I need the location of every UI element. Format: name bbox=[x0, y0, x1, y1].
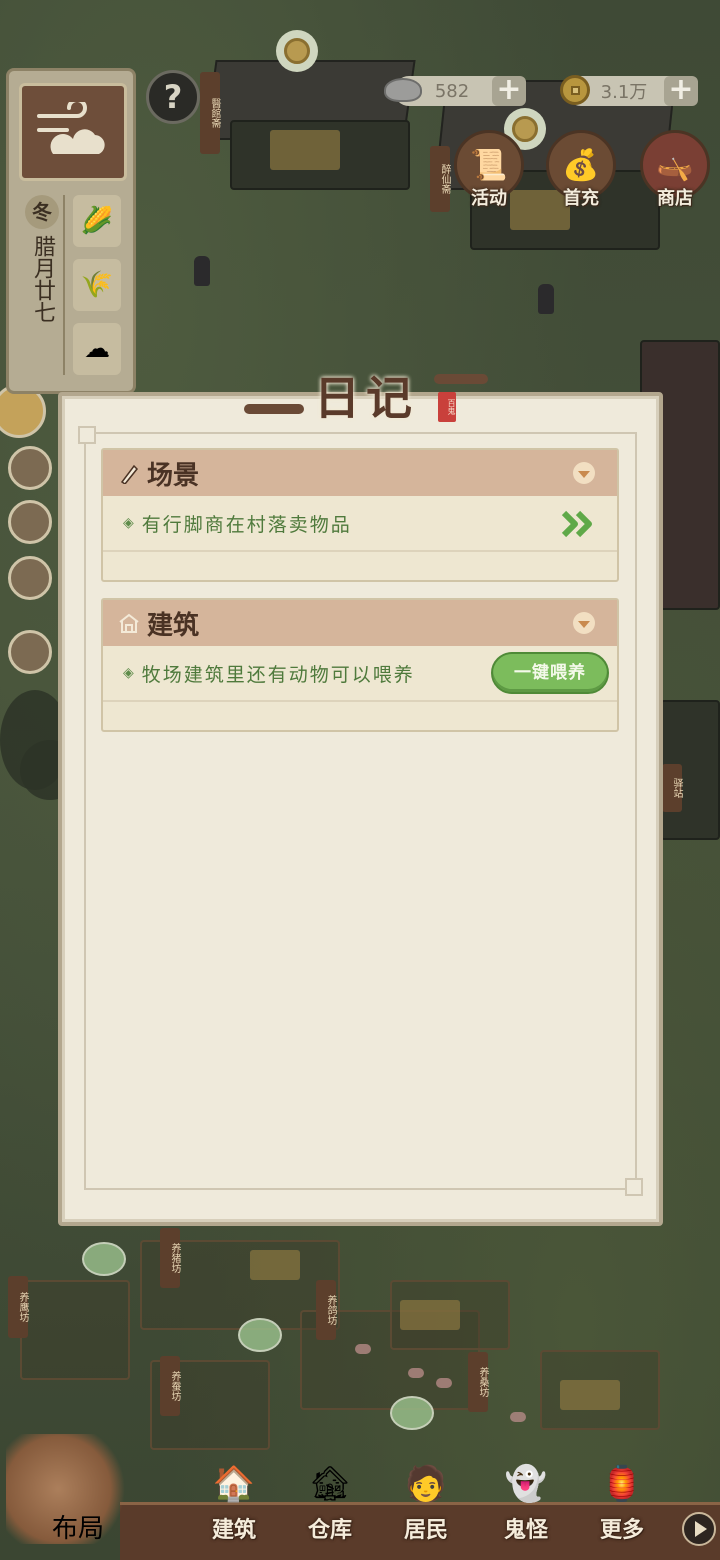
window-glow bbox=[250, 1250, 300, 1280]
bottom-navigation: 布局 🏠 建筑 🏚 仓库 🧑 居民 👻 鬼怪 🏮 更多 bbox=[0, 1430, 720, 1560]
scene-section-title: 场景 bbox=[147, 460, 200, 491]
help-button[interactable]: ? bbox=[146, 70, 200, 124]
building-sign: 养鹰坊 bbox=[8, 1276, 28, 1338]
pig bbox=[408, 1368, 424, 1378]
red-seal-stamp: 百鬼 bbox=[438, 392, 456, 422]
npc-avatar-icon[interactable] bbox=[8, 500, 52, 544]
copper-coin-icon bbox=[552, 68, 598, 112]
add-silver-button[interactable]: + bbox=[492, 75, 526, 106]
resident-icon: 🧑 bbox=[404, 1464, 448, 1504]
wind-cloud-icon bbox=[37, 102, 105, 154]
first-recharge-button[interactable]: 💰 首充 bbox=[544, 130, 618, 214]
activity-label: 活动 bbox=[471, 188, 507, 209]
one-click-feed-button[interactable]: 一键喂养 bbox=[491, 652, 609, 694]
nav-residents-label: 居民 bbox=[403, 1517, 448, 1543]
wheat-icon[interactable]: 🌾 bbox=[73, 259, 121, 311]
brush-icon bbox=[117, 461, 141, 485]
pig bbox=[436, 1378, 452, 1388]
farm-pen[interactable] bbox=[20, 1280, 130, 1380]
silver-currency: 582 + bbox=[384, 75, 526, 106]
expand-arrow-icon[interactable] bbox=[682, 1512, 716, 1546]
nav-build[interactable]: 🏠 建筑 bbox=[194, 1456, 274, 1556]
building-sign: 养桑坊 bbox=[468, 1352, 488, 1412]
building-sign: 养猪坊 bbox=[160, 1228, 180, 1288]
book-icon[interactable] bbox=[8, 556, 52, 600]
silver-ingot-icon bbox=[380, 68, 426, 112]
pig bbox=[355, 1344, 371, 1354]
building-sign: 养鸽坊 bbox=[316, 1280, 336, 1340]
collapse-toggle-icon[interactable] bbox=[573, 612, 595, 634]
diamond-bullet-icon: ◈ bbox=[123, 665, 134, 681]
shop-label: 商店 bbox=[657, 188, 693, 209]
diamond-bullet-icon: ◈ bbox=[123, 515, 134, 531]
lunar-date: 腊月廿七 bbox=[30, 235, 55, 323]
copper-currency: 3.1万 + bbox=[560, 75, 698, 106]
nav-build-label: 建筑 bbox=[211, 1517, 256, 1543]
corn-icon[interactable]: 🌽 bbox=[73, 195, 121, 247]
weather-panel[interactable] bbox=[19, 83, 127, 181]
nav-more-label: 更多 bbox=[599, 1517, 644, 1543]
activity-button[interactable]: 📜 活动 bbox=[452, 130, 526, 214]
diary-entry-text: 有行脚商在村落卖物品 bbox=[141, 513, 352, 536]
window-glow bbox=[400, 1300, 460, 1330]
card-footer bbox=[103, 552, 617, 580]
pig bbox=[510, 1412, 526, 1422]
building-section-header[interactable]: 建筑 bbox=[103, 600, 617, 646]
harvest-bubble-icon[interactable] bbox=[82, 1242, 126, 1276]
villager[interactable] bbox=[194, 256, 210, 286]
shop-button[interactable]: 🛶 商店 bbox=[638, 130, 712, 214]
house-icon bbox=[117, 611, 141, 635]
villager[interactable] bbox=[538, 284, 554, 314]
scene-section-header[interactable]: 场景 bbox=[103, 450, 617, 496]
coin-bubble-icon[interactable] bbox=[276, 30, 318, 72]
diary-entry-text: 牧场建筑里还有动物可以喂养 bbox=[141, 663, 415, 686]
nav-ghosts-label: 鬼怪 bbox=[503, 1517, 548, 1543]
title-swirl-left bbox=[244, 404, 304, 414]
nav-more[interactable]: 🏮 更多 bbox=[582, 1456, 662, 1556]
cloud-icon[interactable]: ☁ bbox=[73, 323, 121, 375]
date-column: 冬 腊月廿七 bbox=[21, 195, 65, 375]
nav-residents[interactable]: 🧑 居民 bbox=[386, 1456, 466, 1556]
window-glow bbox=[270, 130, 340, 170]
collapse-toggle-icon[interactable] bbox=[573, 462, 595, 484]
card-footer bbox=[103, 702, 617, 730]
building-sign: 醫館斋 bbox=[200, 72, 220, 154]
layout-button[interactable]: 布局 bbox=[6, 1434, 146, 1554]
building-section-card: 建筑 ◈ 牧场建筑里还有动物可以喂养 一键喂养 bbox=[101, 598, 619, 732]
nav-warehouse-label: 仓库 bbox=[307, 1517, 352, 1543]
diary-title: 日记 bbox=[314, 371, 418, 425]
building-sign: 醉仙斋 bbox=[430, 146, 450, 212]
diary-entry-row[interactable]: ◈ 牧场建筑里还有动物可以喂养 一键喂养 bbox=[103, 646, 617, 702]
npc-avatar-icon[interactable] bbox=[8, 446, 52, 490]
building-sign: 驿站 bbox=[662, 764, 682, 812]
season-badge: 冬 bbox=[25, 195, 59, 229]
add-copper-button[interactable]: + bbox=[664, 75, 698, 106]
weather-icons: 🌽 🌾 ☁ bbox=[73, 195, 125, 387]
building-section-title: 建筑 bbox=[147, 610, 200, 641]
nav-ghosts[interactable]: 👻 鬼怪 bbox=[486, 1456, 566, 1556]
building-icon: 🏠 bbox=[212, 1464, 256, 1504]
harvest-bubble-icon[interactable] bbox=[238, 1318, 282, 1352]
lantern-icon: 🏮 bbox=[600, 1464, 644, 1504]
layout-label: 布局 bbox=[52, 1514, 105, 1544]
first-recharge-label: 首充 bbox=[563, 188, 599, 209]
scene-section-card: 场景 ◈ 有行脚商在村落卖物品 bbox=[101, 448, 619, 582]
window-glow bbox=[560, 1380, 620, 1410]
ghost-icon: 👻 bbox=[504, 1464, 548, 1504]
nav-warehouse[interactable]: 🏚 仓库 bbox=[290, 1456, 370, 1556]
harvest-bubble-icon[interactable] bbox=[390, 1396, 434, 1430]
npc-avatar-icon[interactable] bbox=[8, 630, 52, 674]
calendar-panel: 冬 腊月廿七 🌽 🌾 ☁ bbox=[6, 68, 136, 394]
warehouse-icon: 🏚 bbox=[308, 1464, 352, 1504]
building-sign: 养蚕坊 bbox=[160, 1356, 180, 1416]
title-swirl-right bbox=[434, 374, 488, 384]
diary-entry-row[interactable]: ◈ 有行脚商在村落卖物品 bbox=[103, 496, 617, 552]
go-arrow-icon[interactable] bbox=[561, 510, 595, 538]
